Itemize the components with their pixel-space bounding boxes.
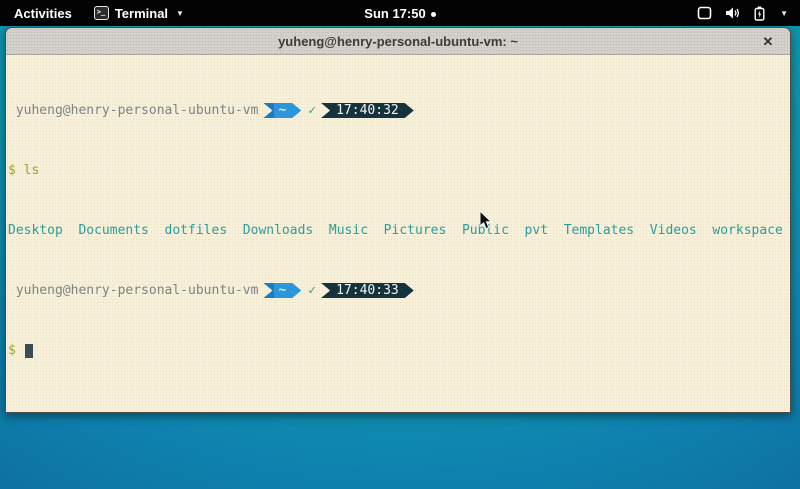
gnome-top-bar: Activities >_ Terminal ▼ Sun 17:50 [0,0,800,26]
app-menu-label: Terminal [115,6,168,21]
volume-icon [725,6,741,20]
activities-button[interactable]: Activities [10,6,76,21]
display-icon [697,6,712,20]
cwd-badge: ~ [263,103,301,118]
clock-label: Sun 17:50 [364,6,425,21]
tray-chevron-icon: ▼ [780,9,788,18]
prompt-symbol: $ [8,163,16,178]
terminal-window: yuheng@henry-personal-ubuntu-vm: ~ ✕ yuh… [5,27,791,413]
prompt-user: yuheng@henry-personal-ubuntu-vm [8,283,258,298]
prompt-line-2: yuheng@henry-personal-ubuntu-vm ~ ✓ 17:40:3… [8,283,790,298]
prompt-line-1: yuheng@henry-personal-ubuntu-vm ~ ✓ 17:40:3… [8,103,790,118]
window-title: yuheng@henry-personal-ubuntu-vm: ~ [278,34,518,49]
status-check-icon: ✓ [308,283,316,298]
input-line: $ [8,343,790,358]
desktop-background[interactable]: yuheng@henry-personal-ubuntu-vm: ~ ✕ yuh… [0,26,800,489]
ls-output: Desktop Documents dotfiles Downloads Mus… [8,223,790,238]
battery-charging-icon [754,6,765,21]
window-titlebar[interactable]: yuheng@henry-personal-ubuntu-vm: ~ ✕ [6,28,790,55]
terminal-app-icon: >_ [94,6,109,20]
cwd-badge: ~ [263,283,301,298]
command-line: $ ls [8,163,790,178]
app-menu-terminal[interactable]: >_ Terminal ▼ [94,6,184,21]
system-tray[interactable]: ▼ [693,0,792,26]
prompt-symbol: $ [8,343,16,358]
clock-button[interactable]: Sun 17:50 [364,6,435,21]
notification-dot [431,12,436,17]
command-text: ls [16,163,39,178]
terminal-content[interactable]: yuheng@henry-personal-ubuntu-vm ~ ✓ 17:40:3… [6,55,790,412]
desktop-screen: Activities >_ Terminal ▼ Sun 17:50 [0,0,800,489]
status-check-icon: ✓ [308,103,316,118]
timestamp-badge: 17:40:33 [321,283,414,298]
prompt-user: yuheng@henry-personal-ubuntu-vm [8,103,258,118]
timestamp-badge: 17:40:32 [321,103,414,118]
block-cursor [25,344,33,358]
chevron-down-icon: ▼ [176,9,184,18]
close-icon[interactable]: ✕ [758,28,778,55]
